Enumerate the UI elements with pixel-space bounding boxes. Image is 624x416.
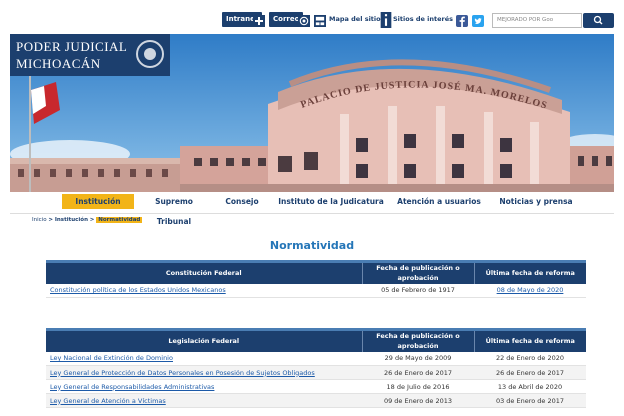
nav-item-consejo[interactable]: Consejo [218, 192, 266, 212]
email-icon[interactable] [298, 13, 310, 29]
logo-line-2: MICHOACÁN [16, 56, 101, 71]
table-row: Ley Nacional de Extinción de Dominio 29 … [46, 351, 586, 366]
law-link[interactable]: Ley General de Atención a Víctimas [50, 397, 166, 405]
reform-date: 22 de Enero de 2020 [474, 351, 586, 366]
nav-item-instituto-judicatura[interactable]: Instituto de la Judicatura [276, 192, 386, 212]
law-link[interactable]: Ley General de Responsabilidades Adminis… [50, 383, 214, 391]
page-frame: Intranet Correo Mapa del sitio Sitios de… [10, 6, 614, 416]
sitemap-link[interactable]: Mapa del sitio [329, 15, 381, 23]
main-nav: Institución Supremo Tribunal Consejo Ins… [10, 192, 614, 226]
publication-date: 09 de Enero de 2013 [362, 393, 474, 408]
publication-date: 18 de Julio de 2016 [362, 379, 474, 394]
seal-icon [136, 40, 164, 68]
logo-line-1: PODER JUDICIAL [16, 39, 128, 54]
table-row: Ley General de Protección de Datos Perso… [46, 365, 586, 380]
nav-item-noticias-prensa[interactable]: Noticias y prensa [492, 192, 580, 212]
law-link[interactable]: Constitución política de los Estados Uni… [50, 286, 226, 294]
publication-date: 29 de Mayo de 2009 [362, 351, 474, 366]
utility-bar: Intranet Correo Mapa del sitio Sitios de… [10, 6, 614, 32]
column-header: Constitución Federal [46, 261, 362, 284]
nav-item-supremo-tribunal[interactable]: Supremo Tribunal [138, 192, 210, 226]
sites-link[interactable]: Sitios de interés [393, 15, 453, 23]
site-logo[interactable]: PODER JUDICIAL MICHOACÁN [10, 34, 170, 76]
column-header: Fecha de publicación o aprobación [361, 329, 474, 352]
column-header: Fecha de publicación o aprobación [361, 261, 474, 284]
table-row: Constitución política de los Estados Uni… [46, 283, 586, 298]
law-name-cell: Ley General de Responsabilidades Adminis… [46, 379, 362, 394]
facebook-icon[interactable] [456, 13, 468, 29]
breadcrumb-home[interactable]: Inicio [32, 217, 47, 223]
reform-date: 03 de Enero de 2017 [474, 393, 586, 408]
header-banner: PALACIO DE JUSTICIA JOSÉ MA. MORELOS POD… [10, 34, 614, 192]
breadcrumb-section[interactable]: Institución [55, 217, 88, 223]
info-icon[interactable] [380, 12, 392, 28]
law-link[interactable]: Ley Nacional de Extinción de Dominio [50, 354, 173, 362]
table-row: Ley General de Responsabilidades Adminis… [46, 379, 586, 394]
search-icon [593, 15, 603, 25]
table-row: Ley General de Atención a Víctimas 09 de… [46, 393, 586, 408]
table-header-row: Constitución Federal Fecha de publicació… [46, 261, 586, 284]
table-header-row: Legislación Federal Fecha de publicación… [46, 329, 586, 352]
reform-date-cell: 08 de Mayo de 2020 [474, 283, 586, 298]
breadcrumb: Inicio > Institución > Normatividad [32, 217, 143, 223]
twitter-icon[interactable] [472, 13, 484, 29]
search-input[interactable]: MEJORADO POR Goo [492, 13, 582, 28]
nav-item-institucion[interactable]: Institución [62, 194, 134, 209]
law-name-cell: Constitución política de los Estados Uni… [46, 283, 362, 298]
page-title: Normatividad [269, 239, 355, 252]
law-link[interactable]: Ley General de Protección de Datos Perso… [50, 369, 315, 377]
reform-date: 26 de Enero de 2017 [474, 365, 586, 380]
law-name-cell: Ley Nacional de Extinción de Dominio [46, 351, 362, 366]
column-header: Última fecha de reforma [473, 261, 586, 284]
breadcrumb-current: Normatividad [96, 217, 143, 223]
search-button[interactable] [583, 13, 614, 28]
publication-date: 26 de Enero de 2017 [362, 365, 474, 380]
reform-date: 13 de Abril de 2020 [474, 379, 586, 394]
publication-date: 05 de Febrero de 1917 [362, 283, 474, 298]
federal-legislation-table: Legislación Federal Fecha de publicación… [46, 328, 586, 408]
law-name-cell: Ley General de Atención a Víctimas [46, 393, 362, 408]
column-header: Última fecha de reforma [473, 329, 586, 352]
nav-item-atencion-usuarios[interactable]: Atención a usuarios [394, 192, 484, 212]
add-icon[interactable] [253, 13, 265, 29]
sitemap-icon[interactable] [314, 13, 326, 29]
reform-date-link[interactable]: 08 de Mayo de 2020 [497, 286, 564, 294]
constitution-table: Constitución Federal Fecha de publicació… [46, 260, 586, 298]
column-header: Legislación Federal [46, 329, 362, 352]
law-name-cell: Ley General de Protección de Datos Perso… [46, 365, 362, 380]
